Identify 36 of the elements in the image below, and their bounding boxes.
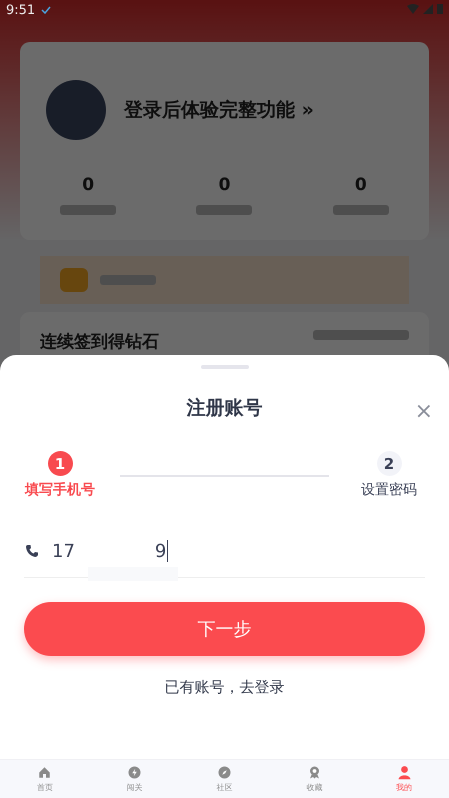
phone-icon bbox=[26, 544, 38, 556]
status-time: 9:51 bbox=[6, 2, 36, 18]
sheet-title: 注册账号 bbox=[186, 396, 262, 421]
tab[interactable]: 闯关 bbox=[90, 760, 180, 798]
login-link[interactable]: 已有账号，去登录 bbox=[164, 678, 284, 697]
blurred-label bbox=[332, 205, 389, 215]
next-button[interactable]: 下一步 bbox=[24, 602, 425, 656]
check-icon bbox=[41, 6, 52, 14]
blurred-label bbox=[100, 275, 156, 285]
phone-value-start: 17 bbox=[52, 540, 75, 562]
person-icon bbox=[396, 765, 412, 780]
tab[interactable]: 社区 bbox=[180, 760, 270, 798]
phone-value-end: 9 bbox=[154, 540, 166, 562]
compass-icon bbox=[216, 765, 232, 780]
step-number: 1 bbox=[48, 451, 72, 476]
home-icon bbox=[37, 765, 52, 780]
signal-icon bbox=[422, 4, 433, 14]
tab[interactable]: 收藏 bbox=[269, 760, 360, 798]
step-number: 2 bbox=[376, 451, 402, 476]
battery-icon bbox=[437, 2, 443, 14]
blurred-label bbox=[196, 205, 252, 215]
login-prompt: 登录后体验完整功能 » bbox=[124, 98, 314, 122]
stat-value: 0 bbox=[218, 175, 230, 195]
wifi-icon bbox=[406, 4, 419, 14]
phone-field[interactable]: 17 9 bbox=[24, 533, 425, 578]
step-label: 填写手机号 bbox=[25, 481, 95, 499]
checkin-title: 连续签到得钻石 bbox=[40, 331, 159, 354]
text-cursor bbox=[167, 540, 168, 562]
step-label: 设置密码 bbox=[361, 481, 417, 499]
tab[interactable]: 首页 bbox=[0, 760, 90, 798]
blurred-label bbox=[60, 205, 116, 215]
stat-value: 0 bbox=[82, 175, 94, 195]
bolt-icon bbox=[127, 765, 142, 780]
tab[interactable]: 我的 bbox=[359, 760, 449, 798]
stat-value: 0 bbox=[354, 175, 367, 195]
close-button[interactable]: × bbox=[414, 401, 433, 423]
